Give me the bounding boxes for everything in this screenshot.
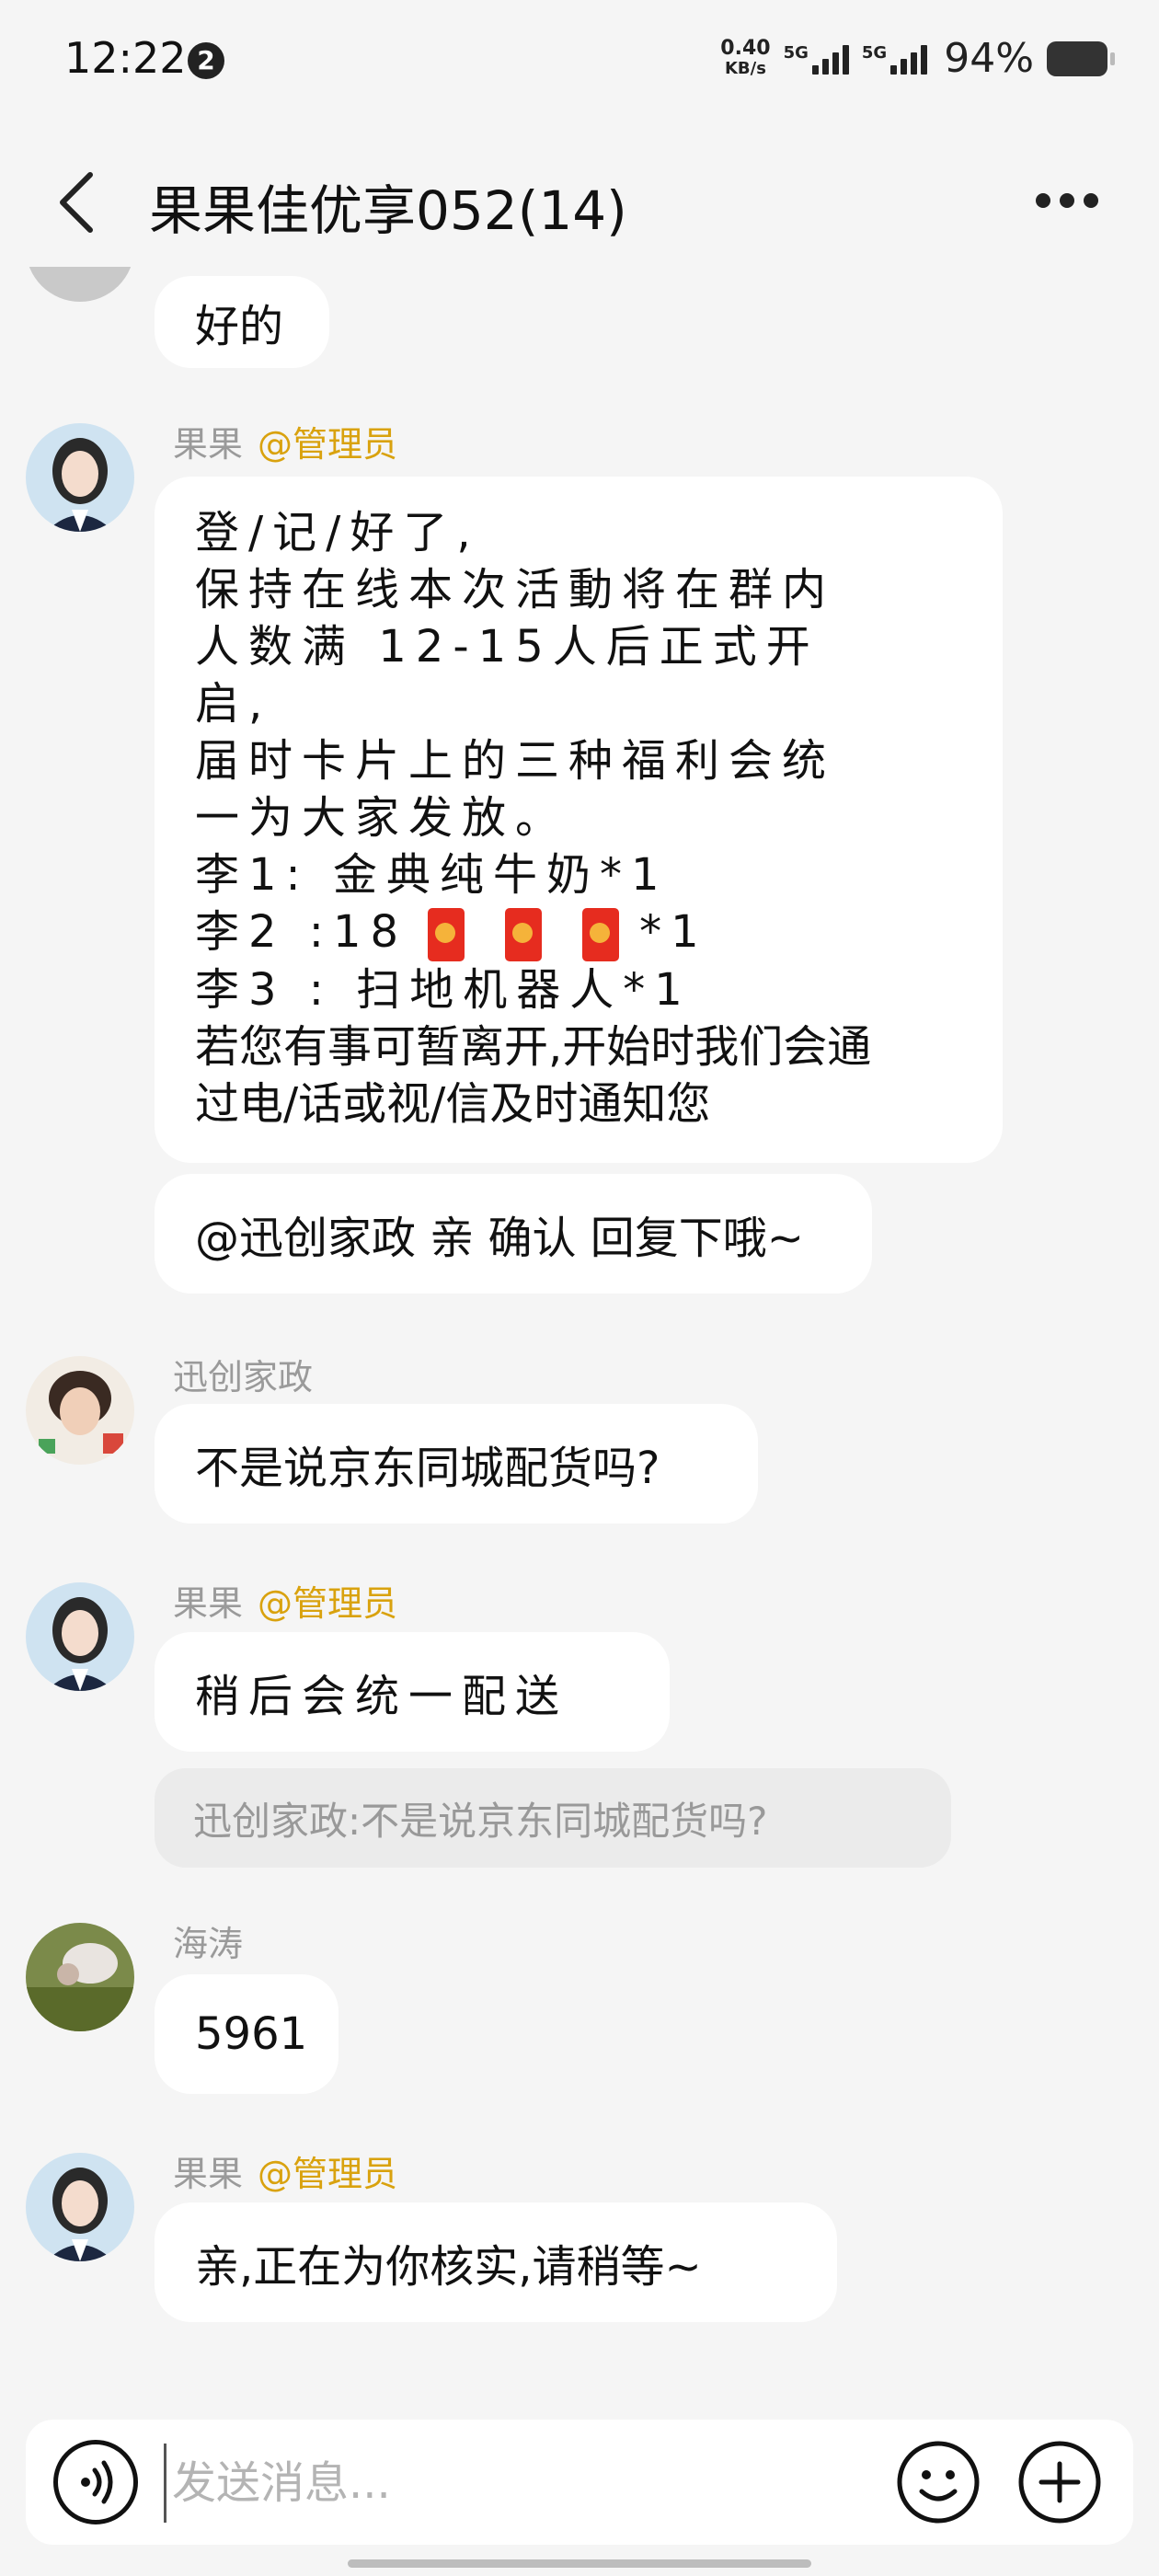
quoted-message[interactable]: 迅创家政:不是说京东同城配货吗? <box>155 1768 951 1868</box>
message-line: 一为大家发放。 <box>195 792 569 844</box>
signal-bars-icon <box>890 43 928 75</box>
plus-icon <box>1018 2441 1101 2524</box>
avatar-image <box>26 1356 134 1465</box>
sender-name: 迅创家政 <box>173 1349 313 1399</box>
signal-sim2: 5G <box>861 42 928 75</box>
sim2-label: 5G <box>861 42 888 63</box>
network-speed-value: 0.40 <box>720 36 771 60</box>
avatar[interactable] <box>26 267 134 302</box>
avatar-image <box>26 423 134 532</box>
sender-name: 果果 @管理员 <box>173 1575 397 1626</box>
message-line: 登/记/好了, <box>195 507 480 558</box>
message-bubble[interactable]: 5961 <box>155 1974 339 2094</box>
sim1-label: 5G <box>783 42 809 63</box>
signal-sim1: 5G <box>784 43 849 75</box>
sender-name-text: 果果 <box>173 1583 244 1624</box>
message-line: 启, <box>195 678 272 730</box>
sender-name: 果果 @管理员 <box>173 2145 397 2196</box>
avatar-image <box>26 267 134 302</box>
plus-button[interactable] <box>1017 2440 1102 2524</box>
message-text: 不是说京东同城配货吗? <box>195 1443 660 1494</box>
message-bubble[interactable]: @迅创家政 亲 确认 回复下哦~ <box>155 1174 872 1294</box>
message-text: 5961 <box>195 2008 308 2060</box>
avatar-image <box>26 1923 134 2031</box>
red-envelope-icon <box>582 908 620 961</box>
message-list[interactable]: 好的 果果 @管理员 登/记/好了, 保持在线本次活動将在群内 人数满 12-15… <box>0 267 1159 2383</box>
message-text: 亲,正在为你核实,请稍等~ <box>195 2241 702 2293</box>
network-speed: 0.40 KB/s <box>720 36 771 79</box>
voice-button[interactable] <box>53 2440 138 2524</box>
input-bar <box>26 2420 1133 2545</box>
avatar-image <box>26 2153 134 2261</box>
sender-name-text: 果果 <box>173 2154 244 2194</box>
emoji-icon <box>897 2441 980 2524</box>
message-text: @迅创家政 亲 确认 回复下哦~ <box>195 1213 804 1264</box>
avatar[interactable] <box>26 1923 134 2031</box>
avatar[interactable] <box>26 1582 134 1691</box>
emoji-button[interactable] <box>896 2440 981 2524</box>
message-text: 好的 <box>195 301 284 352</box>
status-bar: 12:22 2 0.40 KB/s 5G 5G 94% <box>0 0 1159 120</box>
message-line-part: 李2 :18 <box>195 906 408 958</box>
message-text: 稍后会统一配送 <box>195 1671 569 1722</box>
message-line: 过电/话或视/信及时通知您 <box>195 1078 711 1130</box>
sender-name-text: 海涛 <box>173 1924 244 1964</box>
red-envelope-icon <box>505 908 543 961</box>
message-bubble[interactable]: 稍后会统一配送 <box>155 1632 670 1752</box>
network-speed-unit: KB/s <box>724 58 766 78</box>
admin-tag: @管理员 <box>258 424 398 465</box>
message-line: 李1: 金典纯牛奶*1 <box>195 849 669 901</box>
chevron-left-icon <box>60 172 93 233</box>
home-indicator[interactable] <box>348 2559 811 2568</box>
sender-name-text: 果果 <box>173 424 244 465</box>
message-line: 人数满 12-15人后正式开 <box>195 621 820 673</box>
avatar[interactable] <box>26 1356 134 1465</box>
message-input[interactable] <box>164 2444 910 2523</box>
status-time: 12:22 <box>64 33 187 83</box>
quoted-text: 迅创家政:不是说京东同城配货吗? <box>193 1798 768 1844</box>
battery-icon <box>1047 40 1115 76</box>
red-envelope-icon <box>428 908 465 961</box>
message-line: 李2 :18 *1 <box>195 903 962 961</box>
message-bubble[interactable]: 好的 <box>155 276 329 368</box>
message-line: 李3 : 扫地机器人*1 <box>195 964 692 1016</box>
chat-title: 果果佳优享052(14) <box>149 179 627 242</box>
admin-tag: @管理员 <box>258 1583 398 1624</box>
more-horizontal-icon <box>1036 193 1098 208</box>
message-bubble[interactable]: 不是说京东同城配货吗? <box>155 1404 758 1524</box>
voice-icon <box>81 2460 113 2504</box>
avatar[interactable] <box>26 2153 134 2261</box>
avatar-image <box>26 1582 134 1691</box>
sender-name: 海涛 <box>173 1915 243 1966</box>
signal-bars-icon <box>811 43 849 75</box>
chat-header: 果果佳优享052(14) <box>0 138 1159 267</box>
admin-tag: @管理员 <box>258 2154 398 2194</box>
avatar[interactable] <box>26 423 134 532</box>
message-bubble[interactable]: 登/记/好了, 保持在线本次活動将在群内 人数满 12-15人后正式开 启, 届… <box>155 477 1003 1163</box>
battery-percent: 94% <box>944 35 1034 82</box>
more-button[interactable] <box>1030 182 1104 219</box>
message-line: 若您有事可暂离开,开始时我们会通 <box>195 1021 872 1073</box>
back-button[interactable] <box>48 166 112 239</box>
message-line: 届时卡片上的三种福利会统 <box>195 735 836 787</box>
message-line-part: *1 <box>639 906 708 958</box>
notification-badge: 2 <box>188 42 224 79</box>
message-bubble[interactable]: 亲,正在为你核实,请稍等~ <box>155 2202 837 2322</box>
sender-name: 果果 @管理员 <box>173 416 397 466</box>
message-line: 保持在线本次活動将在群内 <box>195 564 836 615</box>
status-indicators: 0.40 KB/s 5G 5G 94% <box>720 35 1115 82</box>
sender-name-text: 迅创家政 <box>173 1357 314 1397</box>
